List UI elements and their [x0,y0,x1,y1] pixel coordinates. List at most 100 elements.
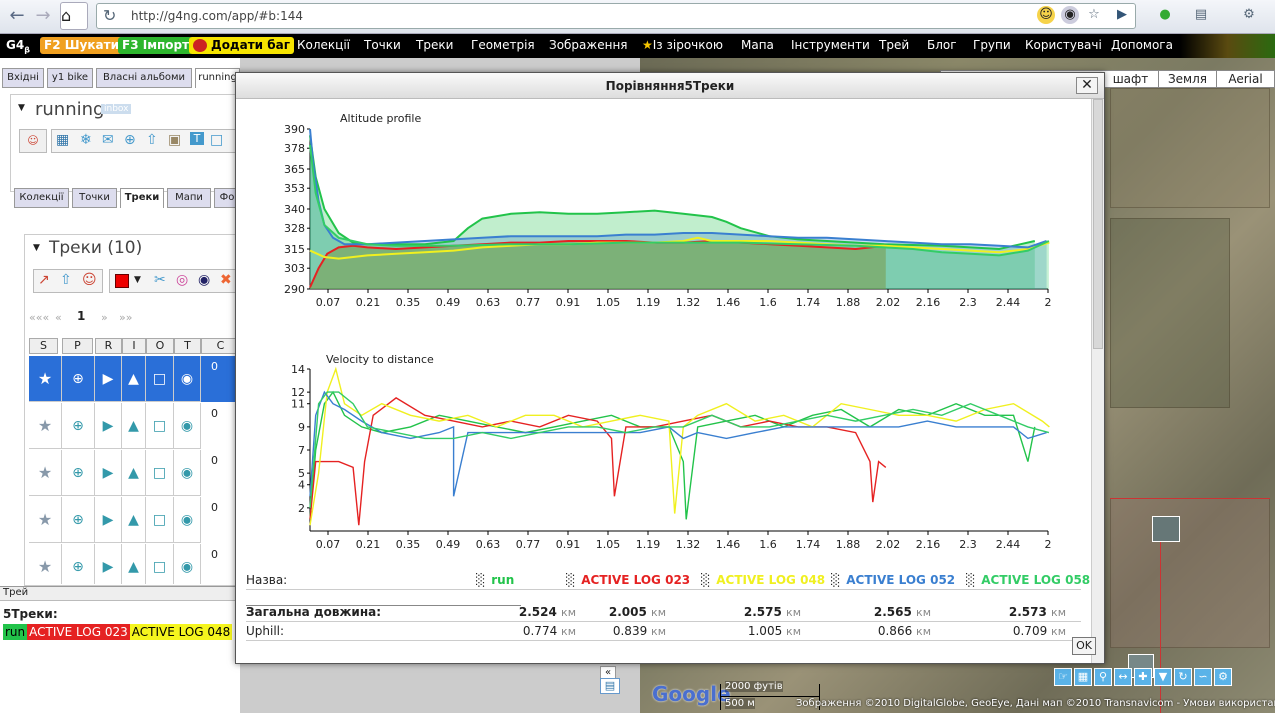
menu-tray[interactable]: Трей [879,38,909,52]
table-row[interactable]: ★ ⊕ ▶ ▲ □ ◉ 0 [29,450,240,496]
target-icon[interactable]: ⊕ [62,403,95,449]
target-icon[interactable]: ⊕ [62,356,95,402]
col-t[interactable]: T [174,338,201,354]
back-icon[interactable]: ← [4,4,30,28]
eye-icon[interactable]: ◉ [174,497,201,543]
eye-icon[interactable]: ◉ [174,356,201,402]
bookmark-star-icon[interactable]: ☆ [1085,6,1103,24]
pager-next[interactable]: » [101,311,108,324]
photo-thumbnail[interactable] [1152,516,1180,542]
color-swatch[interactable] [115,274,129,288]
album-tag[interactable]: inbox [101,104,132,114]
star-icon[interactable]: ★ [29,497,62,543]
tag-icon[interactable]: □ [210,132,223,148]
menu-help[interactable]: Допомога [1111,38,1173,52]
play-icon[interactable]: ▶ [95,356,122,402]
reload-icon[interactable]: ↻ [103,6,116,25]
menu-tools[interactable]: Інструменти [791,38,870,52]
comment-icon[interactable]: ✉ [102,132,114,148]
menu-geometry[interactable]: Геометрія [471,38,535,52]
tray-chip[interactable]: ACTIVE LOG 023 [27,624,130,640]
col-o[interactable]: O [146,338,174,354]
menu-blog[interactable]: Блог [927,38,957,52]
share-icon[interactable]: ☺ [82,272,97,288]
star-icon[interactable]: ★ [29,544,62,584]
address-bar[interactable]: ↻ http://g4ng.com/app/#b:144 ☺ ◉ ☆ ▶ [96,3,1136,29]
subtab-points[interactable]: Точки [72,188,117,208]
map-icon[interactable]: ▦ [56,132,69,148]
measure-icon[interactable]: ↔ [1114,668,1132,686]
info-icon[interactable]: ▲ [122,450,146,496]
settings-icon[interactable]: ⚙ [1214,668,1232,686]
grid-icon[interactable]: ▦ [1074,668,1092,686]
menu-users[interactable]: Користувачі [1025,38,1102,52]
text-t-icon[interactable]: T [190,132,204,145]
play-icon[interactable]: ▶ [95,497,122,543]
table-row[interactable]: ★ ⊕ ▶ ▲ □ ◉ 0 [29,544,240,584]
menu-tracks[interactable]: Треки [416,38,453,52]
info-icon[interactable]: ▲ [122,497,146,543]
pager-first[interactable]: ««« [29,311,49,324]
path-icon[interactable]: ∽ [1194,668,1212,686]
menu-images[interactable]: Зображення [549,38,628,52]
eye-icon[interactable]: ◉ [174,544,201,584]
pager-current[interactable]: 1 [77,309,85,323]
subtab-maps[interactable]: Мапи [167,188,211,208]
map-type-aerial[interactable]: Aerial [1216,71,1274,87]
tab-own-albums[interactable]: Власні альбоми [96,68,192,88]
ok-button[interactable]: OK [1072,637,1096,655]
eye-icon[interactable]: ◉ [198,272,210,288]
phone-icon[interactable]: □ [146,403,174,449]
col-r[interactable]: R [95,338,122,354]
app-logo[interactable]: G4β [6,38,30,54]
star-icon[interactable]: ★ [29,356,62,402]
compare-icon[interactable]: ◎ [176,272,188,288]
dialog-scrollbar[interactable] [1091,99,1104,663]
home-icon[interactable]: ⌂ [60,2,88,30]
menu-points[interactable]: Точки [364,38,401,52]
import-badge[interactable]: F3 Імпорт [118,37,194,54]
eye-icon[interactable]: ◉ [174,450,201,496]
export-icon[interactable]: ↗ [38,272,50,288]
col-i[interactable]: I [122,338,146,354]
phone-icon[interactable]: □ [146,450,174,496]
smiley-icon[interactable]: ☺ [1037,6,1055,24]
dropdown-icon[interactable]: ▼ [134,275,141,285]
forward-icon[interactable]: → [30,4,56,28]
collapse-icon[interactable]: ▼ [18,103,25,113]
pager-last[interactable]: »» [119,311,132,324]
scissors-icon[interactable]: ✂ [154,272,166,288]
subtab-tracks[interactable]: Треки [120,188,164,208]
tab-y1-bike[interactable]: y1 bike [47,68,93,88]
target-icon[interactable]: ⊕ [62,450,95,496]
table-row[interactable]: ★ ⊕ ▶ ▲ □ ◉ 0 [29,497,240,543]
close-icon[interactable]: ✕ [1076,77,1098,94]
upload-track-icon[interactable]: ⇧ [60,272,72,288]
menu-groups[interactable]: Групи [973,38,1011,52]
wrench-icon[interactable]: ⚙ [1240,6,1258,24]
play-icon[interactable]: ▶ [1113,6,1131,24]
target-icon[interactable]: ⊕ [124,132,136,148]
plus-icon[interactable]: ✚ [1134,668,1152,686]
target-icon[interactable]: ⊕ [62,544,95,584]
table-row-selected[interactable]: ★ ⊕ ▶ ▲ □ ◉ 0 [29,356,240,402]
upload-icon[interactable]: ⇧ [146,132,158,148]
note-icon[interactable]: ▣ [168,132,181,148]
play-icon[interactable]: ▶ [95,450,122,496]
target-icon[interactable]: ⊕ [62,497,95,543]
delete-icon[interactable]: ✖ [220,272,232,288]
phone-icon[interactable]: □ [146,544,174,584]
map-layer-icon[interactable]: ▤ [600,678,620,694]
menu-map[interactable]: Мапа [741,38,774,52]
info-icon[interactable]: ▲ [122,544,146,584]
play-icon[interactable]: ▶ [95,403,122,449]
col-p[interactable]: P [62,338,93,354]
snow-icon[interactable]: ❄ [80,132,92,148]
tray-chip[interactable]: ACTIVE LOG 048 [129,624,233,640]
search-badge[interactable]: F2 Шукати [40,37,123,54]
menu-collections[interactable]: Колекції [297,38,350,52]
play-icon[interactable]: ▶ [95,544,122,584]
page-menu-icon[interactable]: ▤ [1192,6,1210,24]
map-type-relief[interactable]: шафт [1103,71,1158,87]
down-icon[interactable]: ▼ [1154,668,1172,686]
